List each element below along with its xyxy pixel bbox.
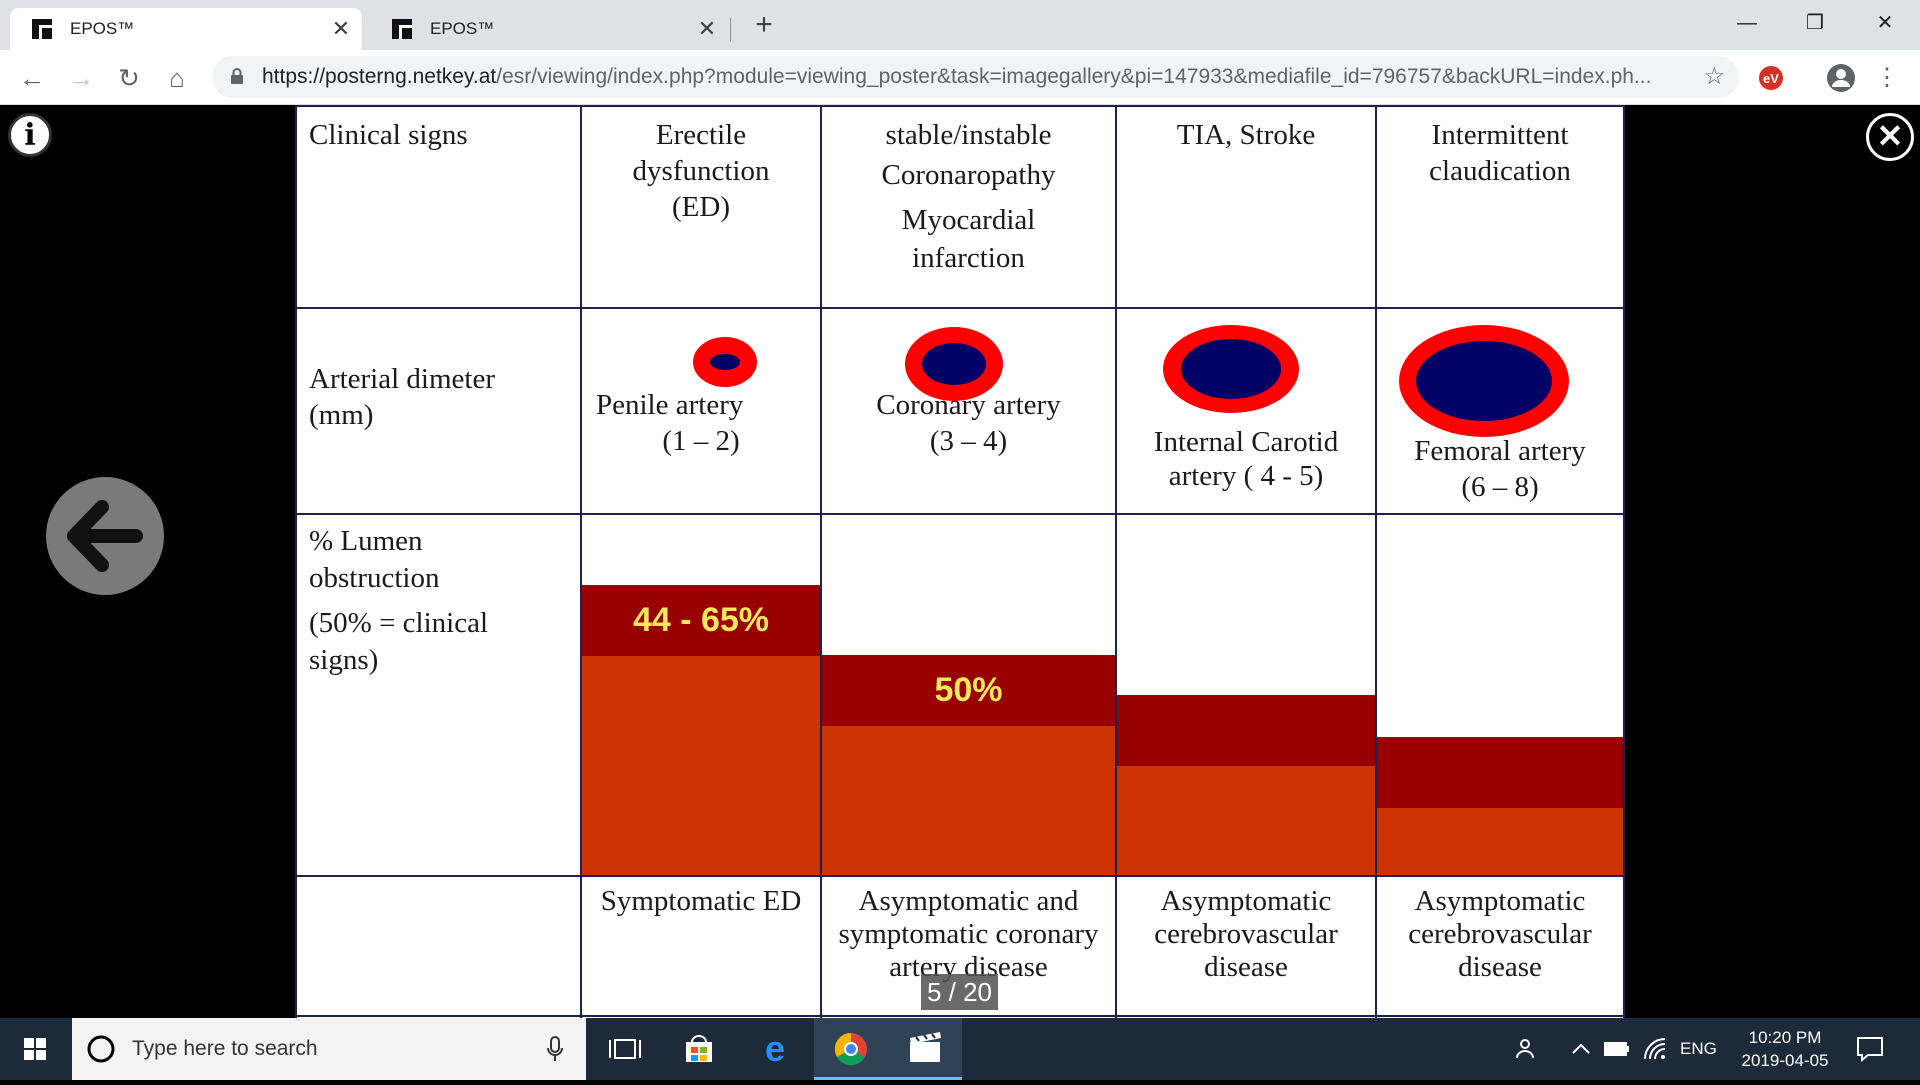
table-border: [295, 1015, 1625, 1017]
femoral-obstruction-fill: [1377, 808, 1623, 875]
arrow-left-icon: [67, 500, 143, 572]
microphone-icon[interactable]: [547, 1036, 563, 1062]
header-coronaropathy: stable/instable Coronaropathy Myocardial in…: [881, 119, 1056, 274]
chrome-taskbar-icon[interactable]: [814, 1018, 888, 1080]
taskbar-search-box[interactable]: Type here to search: [72, 1018, 586, 1080]
table-border: [1115, 105, 1117, 1018]
language-indicator[interactable]: ENG: [1680, 1018, 1717, 1080]
svg-text:eV: eV: [1763, 71, 1779, 86]
system-clock[interactable]: 10:20 PM 2019-04-05: [1730, 1026, 1840, 1072]
svg-text:e: e: [765, 1028, 785, 1069]
cortana-icon: [87, 1035, 115, 1063]
video-editor-icon[interactable]: [888, 1018, 962, 1080]
coronary-obstruction-band: 50%: [822, 655, 1115, 726]
outcome-coronary-disease: Asymptomatic and symptomatic coronary arte…: [838, 885, 1099, 983]
header-clinical-signs: Clinical signs: [309, 119, 468, 151]
femoral-artery-label: Femoral artery (6 – 8): [1414, 435, 1586, 503]
header-intermittent-claudication: Intermittent claudication: [1429, 119, 1571, 187]
home-icon[interactable]: ⌂: [162, 63, 192, 93]
coronary-artery-label: Coronary artery (3 – 4): [876, 389, 1061, 457]
notifications-icon[interactable]: [1856, 1036, 1884, 1062]
coronary-obstruction-fill: [822, 726, 1115, 875]
row-label-arterial-diameter: Arterial dimeter (mm): [309, 363, 495, 431]
tab-title: EPOS™: [70, 19, 135, 38]
table-border: [295, 105, 1625, 107]
window-close-icon[interactable]: ✕: [1860, 8, 1910, 38]
start-button[interactable]: [0, 1018, 70, 1080]
profile-icon[interactable]: [1826, 63, 1856, 93]
tab-divider: [730, 18, 731, 42]
tab-bar: EPOS™ ✕ EPOS™ ✕ + — ❐ ✕: [0, 0, 1920, 50]
tab-epos-2[interactable]: EPOS™ ✕: [370, 8, 728, 50]
tab-epos-active[interactable]: EPOS™ ✕: [10, 8, 362, 50]
penile-artery-lumen: [710, 354, 740, 370]
table-border: [295, 307, 1625, 309]
coronary-artery-lumen: [922, 343, 986, 385]
back-icon[interactable]: ←: [17, 63, 47, 93]
new-tab-button[interactable]: +: [748, 8, 780, 42]
epos-favicon-icon: [392, 19, 412, 39]
chevron-up-icon[interactable]: [1570, 1042, 1592, 1056]
url-text: https://posterng.netkey.at/esr/viewing/i…: [262, 65, 1652, 88]
lock-icon: [231, 68, 243, 84]
address-bar[interactable]: https://posterng.netkey.at/esr/viewing/i…: [212, 56, 1739, 98]
people-icon[interactable]: [1514, 1037, 1538, 1061]
ed-obstruction-band: 44 - 65%: [582, 585, 820, 656]
table-border: [1375, 105, 1377, 1018]
wifi-icon[interactable]: [1642, 1036, 1668, 1062]
slide-image: Clinical signs Erectile dysfunction (ED) s…: [295, 105, 1625, 1018]
carotid-obstruction-band: [1117, 695, 1375, 766]
extension-icon[interactable]: eV: [1758, 65, 1784, 91]
reload-icon[interactable]: ↻: [114, 63, 144, 93]
table-border: [295, 513, 1625, 515]
forward-icon[interactable]: →: [66, 63, 96, 93]
tab-close-icon[interactable]: ✕: [330, 16, 352, 42]
windows-taskbar: Type here to search e ENG 10:20 PM 2019-0…: [0, 1018, 1920, 1080]
outcome-symptomatic-ed: Symptomatic ED: [600, 885, 802, 917]
edge-browser-icon[interactable]: e: [738, 1018, 812, 1080]
minimize-icon[interactable]: —: [1722, 8, 1772, 38]
tab-close-icon[interactable]: ✕: [696, 16, 718, 42]
windows-logo-icon: [24, 1038, 46, 1060]
ed-obstruction-fill: [582, 656, 820, 875]
header-erectile-dysfunction: Erectile dysfunction (ED): [632, 119, 770, 223]
carotid-artery-lumen: [1181, 339, 1281, 399]
search-placeholder: Type here to search: [132, 1037, 318, 1060]
info-icon[interactable]: i: [8, 113, 52, 157]
restore-icon[interactable]: ❐: [1790, 8, 1840, 38]
epos-favicon-icon: [32, 19, 52, 39]
carotid-artery-label: Internal Carotid artery ( 4 - 5): [1153, 426, 1339, 492]
task-view-icon[interactable]: [588, 1018, 662, 1080]
outcome-cerebrovascular-disease: Asymptomatic cerebrovascular disease: [1154, 885, 1338, 983]
battery-icon[interactable]: [1604, 1040, 1630, 1058]
tab-title: EPOS™: [430, 19, 495, 38]
header-tia-stroke: TIA, Stroke: [1176, 119, 1316, 151]
table-border: [295, 105, 297, 1018]
store-icon[interactable]: [662, 1018, 736, 1080]
carotid-obstruction-fill: [1117, 766, 1375, 875]
femoral-obstruction-band: [1377, 737, 1623, 808]
femoral-artery-lumen: [1416, 341, 1552, 421]
penile-artery-label: Penile artery (1 – 2): [596, 389, 744, 457]
back-arrow-icon[interactable]: [46, 477, 164, 595]
slide-counter: 5 / 20: [921, 974, 998, 1010]
table-border: [295, 875, 1625, 877]
table-border: [580, 105, 582, 1018]
outcome-cerebrovascular-disease: Asymptomatic cerebrovascular disease: [1408, 885, 1592, 983]
browser-toolbar: ← → ↻ ⌂ https://posterng.netkey.at/esr/v…: [0, 50, 1920, 105]
bookmark-star-icon[interactable]: ☆: [1703, 62, 1725, 91]
table-border: [1623, 105, 1625, 1018]
menu-kebab-icon[interactable]: ⋮: [1872, 63, 1902, 93]
row-label-lumen-obstruction: % Lumen obstruction (50% = clinical signs): [309, 525, 489, 676]
close-icon[interactable]: ✕: [1866, 113, 1914, 161]
